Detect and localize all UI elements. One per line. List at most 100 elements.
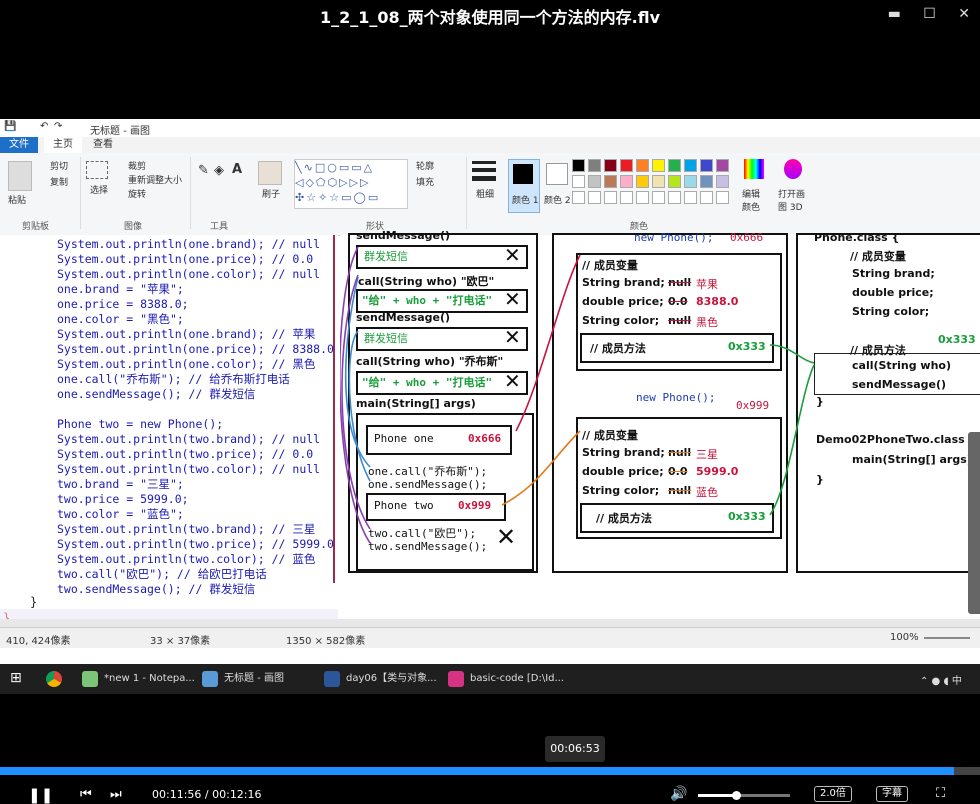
clipboard-label: 剪贴板	[22, 222, 50, 232]
color-swatch[interactable]	[716, 175, 729, 188]
color-swatch[interactable]	[668, 175, 681, 188]
color-swatch[interactable]	[668, 159, 681, 172]
brush-icon[interactable]	[258, 161, 282, 185]
volume-icon[interactable]: 🔊	[670, 786, 687, 802]
resize-button[interactable]: 重新调整大小	[128, 173, 182, 186]
color2-selector[interactable]	[546, 163, 568, 185]
code-line: one.color = "黑色";	[57, 312, 184, 326]
color-swatch[interactable]	[572, 175, 585, 188]
side-panel-handle[interactable]	[968, 432, 980, 614]
maximize-icon[interactable]: ☐	[923, 6, 936, 22]
pause-icon[interactable]: ❚❚	[28, 786, 53, 804]
paint-screen: 💾 ↶ ↷ 无标题 - 画图 文件 主页 查看 粘贴 剪切 复制 剪贴板 选择 …	[0, 119, 980, 694]
zoom-slider[interactable]	[924, 637, 970, 639]
progress-bar[interactable]	[0, 767, 980, 775]
color-swatch[interactable]	[652, 175, 665, 188]
subtitle-button[interactable]: 字幕	[876, 786, 908, 802]
tab-file[interactable]: 文件	[0, 137, 38, 153]
redo-icon[interactable]: ↷	[54, 121, 62, 132]
close-icon[interactable]: ✕	[958, 6, 970, 22]
paste-icon[interactable]	[8, 161, 32, 191]
code-line: System.out.println(two.price); // 5999.0	[57, 537, 334, 551]
color-swatch[interactable]	[604, 159, 617, 172]
tab-view[interactable]: 查看	[84, 137, 122, 153]
volume-slider[interactable]	[698, 791, 790, 800]
pencil-icon[interactable]: ✎	[198, 163, 209, 178]
color-swatch[interactable]	[684, 191, 697, 204]
color-swatch[interactable]	[700, 175, 713, 188]
next-icon[interactable]: ⏭	[110, 787, 122, 802]
tab-home[interactable]: 主页	[44, 137, 82, 153]
code-line: one.sendMessage(); // 群发短信	[57, 387, 256, 401]
taskbar-item[interactable]: basic-code [D:\Id...	[444, 667, 564, 691]
select-button[interactable]: 选择	[90, 183, 108, 196]
color-swatch[interactable]	[684, 175, 697, 188]
color-swatch[interactable]	[716, 159, 729, 172]
taskbar-item[interactable]: *new 1 - Notepa...	[78, 667, 195, 691]
cut-button[interactable]: 剪切	[50, 159, 68, 172]
color-swatch[interactable]	[620, 191, 633, 204]
chrome-icon[interactable]	[46, 671, 62, 687]
color-swatch[interactable]	[572, 159, 585, 172]
brush-button[interactable]: 刷子	[262, 187, 280, 200]
taskbar-item[interactable]: 无标题 - 画图	[198, 667, 284, 691]
current-time: 00:11:56	[152, 788, 202, 801]
paint3d-icon[interactable]	[784, 159, 802, 179]
color-swatch[interactable]	[588, 191, 601, 204]
status-bar: 410, 424像素 33 × 37像素 1350 × 582像素 100%	[0, 627, 980, 648]
size-icon[interactable]	[472, 161, 496, 164]
copy-button[interactable]: 复制	[50, 175, 68, 188]
crop-button[interactable]: 裁剪	[128, 159, 146, 172]
color-swatch[interactable]	[700, 159, 713, 172]
color-swatch[interactable]	[636, 191, 649, 204]
color-swatch[interactable]	[620, 159, 633, 172]
color-swatch[interactable]	[700, 191, 713, 204]
outline-button[interactable]: 轮廓	[416, 159, 434, 172]
edit-colors-icon[interactable]	[744, 159, 764, 179]
color-palette[interactable]	[572, 159, 742, 211]
color-swatch[interactable]	[588, 175, 601, 188]
text-icon[interactable]: A	[232, 162, 242, 177]
color-swatch[interactable]	[652, 159, 665, 172]
fill-icon[interactable]: ◈	[214, 163, 224, 178]
code-line: two.call("欧巴"); // 给欧巴打电话	[57, 567, 267, 581]
taskbar-item-label: *new 1 - Notepa...	[104, 673, 195, 684]
arrow-one-to-heap	[515, 254, 581, 432]
edit-colors-button[interactable]: 编辑颜色	[742, 187, 768, 213]
fullscreen-icon[interactable]: ⛶	[936, 786, 945, 801]
paste-button[interactable]: 粘贴	[8, 193, 26, 206]
color-swatch[interactable]	[652, 191, 665, 204]
color-swatch[interactable]	[636, 175, 649, 188]
arrows-overlay	[340, 246, 815, 544]
rotate-button[interactable]: 旋转	[128, 187, 146, 200]
size-button[interactable]: 粗细	[476, 187, 494, 200]
paint3d-button[interactable]: 打开画图 3D	[778, 187, 810, 213]
save-icon[interactable]: 💾	[4, 121, 16, 132]
shapes-gallery[interactable]: ╲∿□○▭▭△ ◁◇⬠⬡▷▷▷ ✣☆✧☆▭◯▭	[294, 159, 408, 209]
code-line: one.price = 8388.0;	[57, 297, 189, 311]
color-swatch[interactable]	[668, 191, 681, 204]
color-swatch[interactable]	[604, 175, 617, 188]
horizontal-scrollbar[interactable]	[0, 619, 980, 627]
color-swatch[interactable]	[572, 191, 585, 204]
color-swatch[interactable]	[604, 191, 617, 204]
app-icon	[202, 671, 218, 687]
minimize-icon[interactable]: ▬	[888, 6, 901, 22]
undo-icon[interactable]: ↶	[40, 121, 48, 132]
color-swatch[interactable]	[588, 159, 601, 172]
select-icon[interactable]	[86, 161, 108, 179]
color-swatch[interactable]	[636, 159, 649, 172]
speed-button[interactable]: 2.0倍	[814, 786, 852, 802]
color-swatch[interactable]	[716, 191, 729, 204]
taskbar-item-label: 无标题 - 画图	[224, 673, 284, 684]
image-label: 图像	[124, 222, 143, 232]
fill-button[interactable]: 填充	[416, 175, 434, 188]
ribbon: 粘贴 剪切 复制 剪贴板 选择 裁剪 重新调整大小 旋转 图像 ✎ ◈ A 工具…	[0, 153, 980, 236]
tray-icons[interactable]: ⌃ ● ◖ 中	[920, 672, 962, 687]
progress-fill	[0, 767, 954, 775]
color-swatch[interactable]	[684, 159, 697, 172]
previous-icon[interactable]: ⏮	[80, 787, 92, 802]
taskbar-item[interactable]: day06【类与对象...	[320, 667, 437, 691]
start-icon[interactable]: ⊞	[10, 670, 22, 686]
color-swatch[interactable]	[620, 175, 633, 188]
